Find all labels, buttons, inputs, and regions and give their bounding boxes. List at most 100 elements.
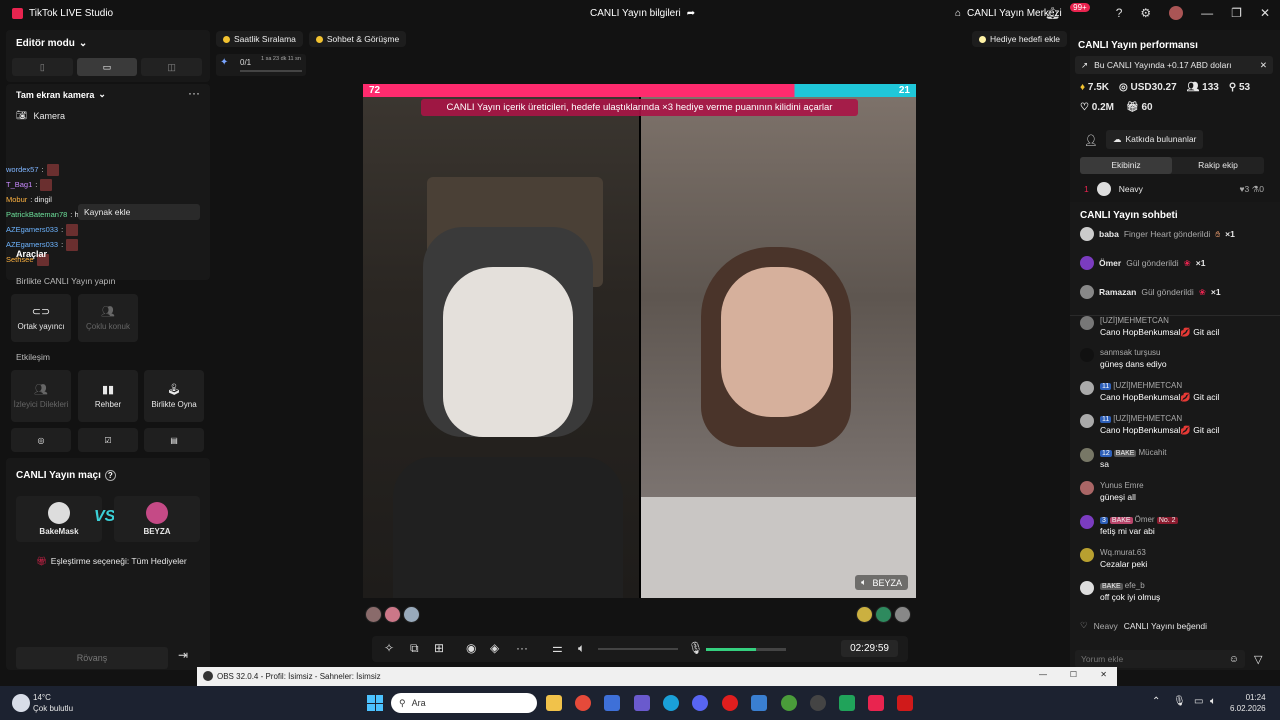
inbox-tool-button[interactable]: ▤ [144, 428, 204, 452]
weather-widget[interactable]: 14°C Çok bulutlu [33, 692, 73, 714]
taskbar-search[interactable]: ⚲ Ara [391, 693, 537, 713]
stream-controls: ✧ ⧉ ⊞ ◉ ◈ ··· ⚌ 🔈︎ 🎙︎ 02:29:59 [372, 636, 908, 662]
comment-input-box[interactable]: ☺ [1075, 650, 1245, 668]
close-icon[interactable]: ✕ [1100, 670, 1107, 679]
rose-icon: ❀ [1183, 257, 1191, 268]
guest-name-tag: 🔈︎ BEYZA [855, 575, 908, 590]
chrome-icon[interactable] [575, 695, 591, 711]
tab-rival-team[interactable]: Rakip ekip [1172, 157, 1264, 174]
clock[interactable]: 01:24 6.02.2026 [1230, 692, 1266, 714]
store-icon[interactable] [604, 695, 620, 711]
portrait-mode-button[interactable]: ▯ [12, 58, 73, 76]
rank-row[interactable]: 1 Neavy ♥3 ⚗0 [1084, 182, 1264, 196]
speaker-icon[interactable]: 🔈︎ [578, 641, 585, 656]
supporter-avatar[interactable] [403, 606, 420, 623]
goal-tool-button[interactable]: ◎ [11, 428, 71, 452]
play-together-button[interactable]: 🕹︎ Birlikte Oyna [144, 370, 204, 422]
help-icon[interactable]: ? [1116, 6, 1123, 20]
close-icon[interactable]: ✕ [1260, 60, 1267, 71]
tray-chevron-icon[interactable]: ⌃ [1152, 696, 1160, 707]
camera-icon: 📷︎ [16, 110, 28, 120]
checklist-tool-button[interactable]: ☑ [78, 428, 138, 452]
microphone-icon[interactable]: 🎙︎ [688, 641, 703, 655]
add-gift-goal-button[interactable]: Hediye hedefi ekle [972, 31, 1067, 47]
goal-icon: ✦ [220, 57, 229, 68]
chat-message: 12 BAKE Mücahit sa [1080, 448, 1276, 469]
network-icon[interactable]: ▭ [1194, 696, 1203, 707]
multi-guest-button[interactable]: 👥︎ Çoklu konuk [78, 294, 138, 342]
fullscreen-camera-dropdown[interactable]: Tam ekran kamera ⌄ [16, 89, 106, 100]
volume-icon[interactable]: 🔈︎ [1210, 696, 1216, 707]
notification-badge: 99+ [1070, 2, 1090, 12]
magic-wand-icon[interactable]: ✧ [384, 641, 394, 655]
mail-icon[interactable] [751, 695, 767, 711]
viewer-wishes-button[interactable]: 👥︎ İzleyici Dilekleri [11, 370, 71, 422]
send-icon[interactable]: ▽ [1254, 653, 1262, 666]
audio-settings-icon[interactable]: ⚌ [552, 641, 563, 655]
supporter-avatar[interactable] [365, 606, 382, 623]
goal-progress-widget[interactable]: ✦ 0/1 1 sa 23 dk 11 sn [216, 54, 306, 76]
emoji-icon[interactable]: ☺ [1229, 654, 1239, 665]
tray-mic-icon[interactable]: 🎙︎ [1173, 696, 1186, 707]
hourly-ranking-button[interactable]: Saatlik Sıralama [216, 31, 303, 47]
supporter-avatar[interactable] [384, 606, 401, 623]
tab-your-team[interactable]: Ekibiniz [1080, 157, 1172, 174]
chat-message: 11 [UZİ]MEHMETCAN Cano HopBenkumsal💋 Git a… [1080, 381, 1276, 403]
cohost-button[interactable]: ⊂⊃ Ortak yayıncı [11, 294, 71, 342]
gear-icon[interactable]: ⚙ [1140, 6, 1151, 20]
minimize-icon[interactable]: — [1039, 670, 1047, 679]
tiktok-taskbar-icon[interactable] [868, 695, 884, 711]
add-source-button[interactable]: Kaynak ekle [78, 204, 200, 220]
layout-icon[interactable]: ⧉ [410, 641, 419, 656]
checklist-icon: ☑ [104, 435, 112, 445]
minimize-icon[interactable]: — [1201, 6, 1213, 20]
gift-text: Gül gönderildi [1126, 258, 1179, 268]
stat-likes: ♦ 7.5K [1080, 82, 1110, 93]
speaker-muted-icon[interactable]: 🔈︎ [861, 577, 866, 588]
fan-badge: BAKE [1113, 450, 1137, 457]
edge-icon[interactable] [663, 695, 679, 711]
media-player-icon[interactable] [897, 695, 913, 711]
discord-icon[interactable] [692, 695, 708, 711]
editor-mode-dropdown[interactable]: Editör modu ⌄ [16, 38, 87, 49]
bell-icon[interactable]: 🔔︎ [1045, 6, 1060, 20]
more-options-icon[interactable]: ··· [188, 86, 200, 100]
help-icon[interactable]: ? [104, 470, 116, 481]
contributors-button[interactable]: ☁ Katkıda bulunanlar [1106, 130, 1204, 149]
app-icon[interactable] [839, 695, 855, 711]
effects-icon[interactable]: ◈ [490, 641, 499, 655]
chat-user: Mücahit [1138, 448, 1167, 457]
live-info-title[interactable]: CANLI Yayın bilgileri ➦ [590, 8, 695, 19]
chat-meet-button[interactable]: Sohbet & Görüşme [308, 31, 407, 47]
supporter-avatar[interactable] [856, 606, 873, 623]
maximize-icon[interactable]: ❐ [1231, 6, 1242, 20]
profile-avatar[interactable] [1169, 6, 1184, 20]
landscape-mode-button[interactable]: ▭ [76, 58, 138, 76]
teams-icon[interactable] [634, 695, 650, 711]
opera-icon[interactable] [722, 695, 738, 711]
obs-window-bar[interactable]: OBS 32.0.4 - Profil: İsimsiz - Sahneler:… [197, 667, 1117, 686]
add-person-icon[interactable]: 👤︎ [1084, 134, 1098, 147]
split-mode-button[interactable]: ◫ [141, 58, 203, 76]
comment-input[interactable] [1081, 654, 1221, 664]
guide-button[interactable]: ▮▮ Rehber [78, 370, 138, 422]
chrome-profile-icon[interactable] [781, 695, 797, 711]
windows-start-icon[interactable] [367, 695, 383, 711]
record-icon[interactable]: ◉ [466, 641, 476, 655]
file-explorer-icon[interactable] [546, 695, 562, 711]
add-source-label: Kaynak ekle [84, 207, 131, 217]
share-icon[interactable]: ➦ [687, 8, 695, 19]
close-icon[interactable]: ✕ [1260, 6, 1270, 20]
level-badge: 11 [1100, 416, 1112, 423]
more-icon[interactable]: ··· [516, 641, 528, 655]
volume-slider[interactable] [598, 648, 678, 650]
obs-taskbar-icon[interactable] [810, 695, 826, 711]
exit-match-icon[interactable]: ⇥ [178, 648, 188, 662]
match-option[interactable]: 🎁︎ Eşleştirme seçeneği: Tüm Hediyeler [36, 556, 187, 567]
screen-icon[interactable]: ⊞ [434, 641, 444, 655]
maximize-icon[interactable]: ☐ [1070, 670, 1077, 679]
rematch-button[interactable]: Rövanş [16, 647, 168, 669]
supporter-avatar[interactable] [875, 606, 892, 623]
supporter-avatar[interactable] [894, 606, 911, 623]
camera-source[interactable]: 📷︎ Kamera [16, 110, 65, 121]
